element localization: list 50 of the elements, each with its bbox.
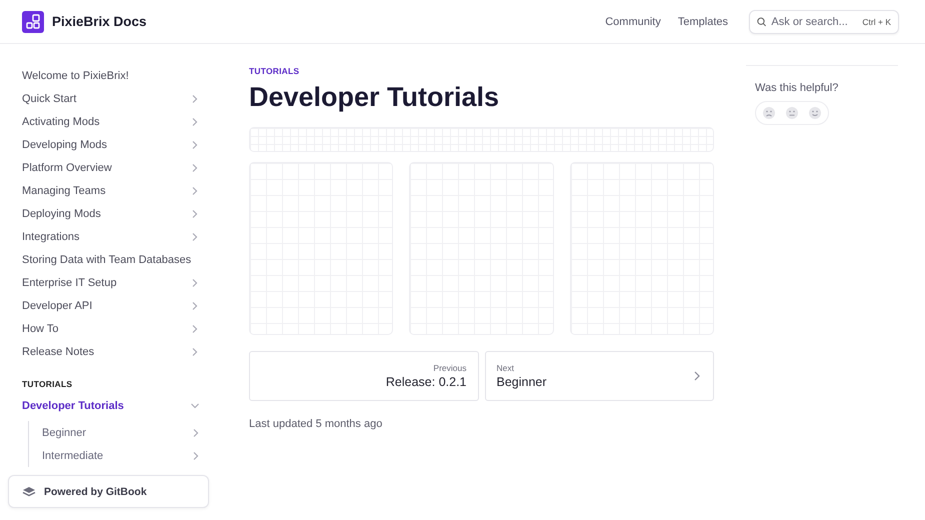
smile-face-icon[interactable]	[808, 106, 822, 120]
nav-item[interactable]: Welcome to PixieBrix!	[22, 64, 200, 87]
chevron-right-icon[interactable]	[190, 324, 200, 334]
chevron-right-icon[interactable]	[191, 450, 201, 460]
nav-item[interactable]: Release Notes	[22, 340, 200, 363]
nav-item[interactable]: Integrations	[22, 225, 200, 248]
search-icon	[757, 16, 766, 28]
search-box[interactable]: Ask or search... Ctrl + K	[749, 10, 899, 34]
nav-item[interactable]: Quick Start	[22, 87, 200, 110]
nav-item[interactable]: Activating Mods	[22, 110, 200, 133]
chevron-right-icon[interactable]	[190, 208, 200, 218]
sad-face-icon[interactable]	[762, 106, 776, 120]
nav-item[interactable]: Enterprise IT Setup	[22, 271, 200, 294]
nav-link[interactable]: Templates	[678, 16, 728, 28]
chevron-right-icon[interactable]	[190, 278, 200, 288]
chevron-down-icon[interactable]	[190, 400, 200, 410]
nav-item[interactable]: Beginner	[42, 421, 201, 444]
previous-page-link[interactable]: Previous Release: 0.2.1	[249, 351, 478, 401]
last-updated-text: Last updated 5 months ago	[249, 418, 384, 430]
chevron-right-icon[interactable]	[191, 428, 201, 438]
nav-item[interactable]: Intermediate	[42, 444, 201, 467]
breadcrumb: TUTORIALS	[249, 66, 300, 76]
chevron-right-icon[interactable]	[190, 346, 200, 356]
feedback-prompt: Was this helpful?	[754, 82, 840, 94]
page-title: Developer Tutorials	[249, 82, 500, 113]
nav-item[interactable]: Deploying Mods	[22, 202, 200, 225]
nav-item[interactable]: Developer API	[22, 294, 200, 317]
chevron-right-icon[interactable]	[190, 300, 200, 310]
nav-item[interactable]: How To	[22, 317, 200, 340]
neutral-face-icon[interactable]	[785, 106, 799, 120]
nav-item[interactable]: Platform Overview	[22, 156, 200, 179]
nav-link[interactable]: Community	[605, 16, 661, 28]
next-page-link[interactable]: Next Beginner	[484, 351, 714, 401]
nav-item[interactable]: Managing Teams	[22, 179, 200, 202]
nav-item[interactable]: Storing Data with Team Databases	[22, 248, 200, 271]
chevron-right-icon[interactable]	[190, 116, 200, 126]
nav-item[interactable]: Developing Mods	[22, 133, 200, 156]
chevron-right-icon[interactable]	[190, 232, 200, 242]
logo-icon[interactable]	[22, 10, 44, 32]
chevron-right-icon[interactable]	[190, 94, 200, 104]
powered-by-link[interactable]: Powered by GitBook	[8, 475, 209, 508]
chevron-right-icon[interactable]	[190, 186, 200, 196]
site-title[interactable]: PixieBrix Docs	[52, 14, 147, 29]
chevron-right-icon[interactable]	[190, 140, 200, 150]
shortcut-hint: Ctrl + K	[862, 16, 891, 26]
chevron-right-icon[interactable]	[190, 162, 200, 172]
section-heading: TUTORIALS	[22, 379, 74, 389]
stack-icon	[22, 486, 36, 498]
nav-item[interactable]: Developer Tutorials	[22, 394, 200, 417]
chevron-right-icon	[692, 370, 702, 382]
